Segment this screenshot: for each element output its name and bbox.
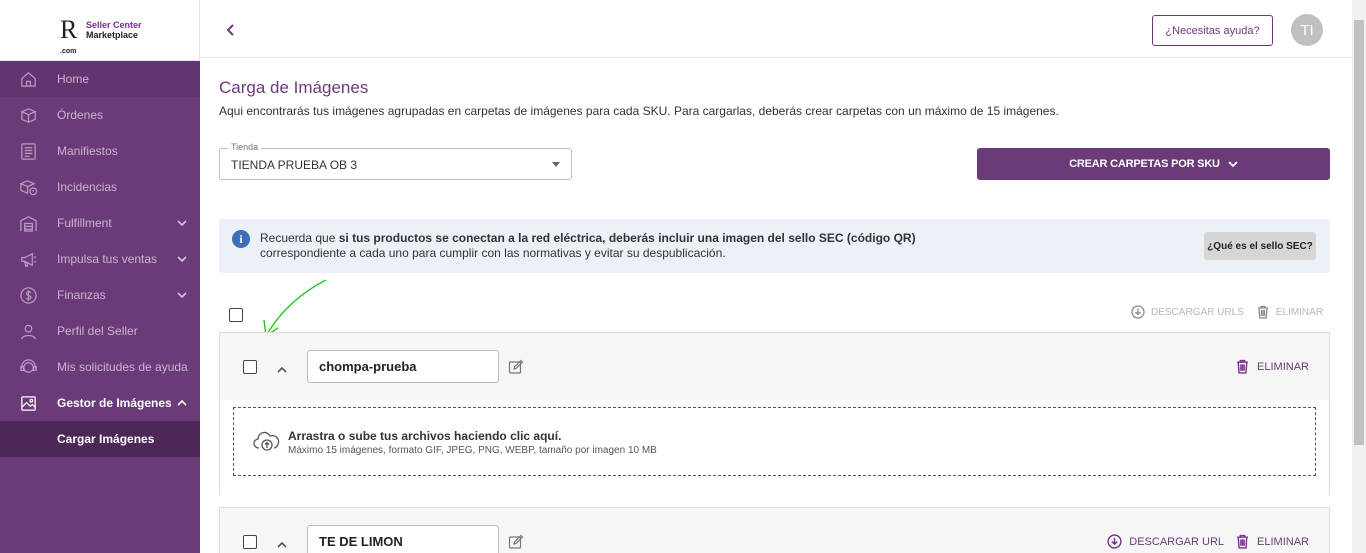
sidebar: R .com Seller Center Marketplace Home Órd… [0, 0, 200, 553]
chevron-up-icon[interactable] [177, 397, 187, 407]
home-icon [18, 69, 38, 89]
store-select-label: Tienda [228, 142, 262, 152]
sidebar-item-finanzas[interactable]: Finanzas [0, 277, 200, 313]
sidebar-item-label: Incidencias [57, 180, 118, 194]
upload-dropzone-area: Arrastra o sube tus archivos haciendo cl… [220, 400, 1329, 495]
package-alert-icon [18, 177, 38, 197]
sku-folder: chompa-prueba ELIMINAR Arrastra o sube t… [219, 332, 1330, 495]
annotation-arrow [263, 279, 327, 338]
trash-icon [1237, 534, 1248, 549]
support-headset-icon [18, 357, 38, 377]
sidebar-item-label: Home [57, 72, 90, 86]
box-icon [18, 105, 38, 125]
page-description: Aqui encontrarás tus imágenes agrupadas … [219, 104, 1059, 118]
folder-name-field[interactable]: TE DE LIMON [307, 525, 499, 553]
logo-line2: Marketplace [86, 30, 139, 40]
chevron-down-icon[interactable] [177, 217, 187, 227]
delete-selected-button[interactable]: ELIMINAR [1256, 305, 1323, 319]
sidebar-item-solicitudes[interactable]: Mis solicitudes de ayuda [0, 349, 200, 385]
chevron-down-icon[interactable] [177, 289, 187, 299]
info-icon: i [232, 230, 250, 248]
sidebar-item-incidencias[interactable]: Incidencias [0, 169, 200, 205]
sec-info-text: Recuerda que si tus productos se conecta… [260, 231, 916, 260]
folder-checkbox[interactable] [243, 535, 257, 549]
main-content: Carga de Imágenes Aqui encontrarás tus i… [200, 58, 1352, 553]
download-icon [1107, 534, 1122, 549]
warehouse-icon [18, 213, 38, 233]
sec-info-banner: i Recuerda que si tus productos se conec… [219, 219, 1330, 273]
sidebar-item-impulsa[interactable]: Impulsa tus ventas [0, 241, 200, 277]
sidebar-item-perfil[interactable]: Perfil del Seller [0, 313, 200, 349]
dollar-circle-icon [18, 285, 38, 305]
sidebar-item-ordenes[interactable]: Órdenes [0, 97, 200, 133]
scrollbar-thumb[interactable] [1354, 20, 1364, 445]
trash-icon [1237, 359, 1248, 374]
select-all-checkbox[interactable] [229, 308, 243, 322]
user-icon [18, 321, 38, 341]
sidebar-item-label: Perfil del Seller [57, 324, 138, 338]
sidebar-item-label: Finanzas [57, 288, 106, 302]
logo[interactable]: R .com Seller Center Marketplace [0, 0, 200, 61]
create-sku-folders-button[interactable]: CREAR CARPETAS POR SKU [977, 148, 1330, 180]
folder-actions: DESCARGAR URL ELIMINAR [1096, 534, 1309, 549]
folder-delete-button[interactable]: ELIMINAR [1235, 534, 1309, 549]
download-urls-button[interactable]: DESCARGAR URLS [1131, 305, 1244, 319]
logo-line1: Seller Center [86, 20, 142, 30]
folder-checkbox[interactable] [243, 360, 257, 374]
what-is-sec-button[interactable]: ¿Qué es el sello SEC? [1204, 232, 1316, 260]
sidebar-item-home[interactable]: Home [0, 61, 200, 97]
cloud-upload-icon [250, 427, 284, 453]
sidebar-item-fulfillment[interactable]: Fulfillment [0, 205, 200, 241]
dropzone-title: Arrastra o sube tus archivos haciendo cl… [288, 429, 562, 443]
chevron-up-icon[interactable] [277, 362, 287, 373]
folder-download-url-button[interactable]: DESCARGAR URL [1107, 534, 1224, 549]
bulk-actions: DESCARGAR URLS ELIMINAR [1131, 305, 1323, 319]
folder-delete-button[interactable]: ELIMINAR [1235, 359, 1309, 374]
create-sku-folders-label: CREAR CARPETAS POR SKU [1069, 158, 1220, 170]
top-header: ¿Necesitas ayuda? TI [200, 0, 1352, 58]
page-title: Carga de Imágenes [219, 78, 369, 97]
sidebar-item-label: Gestor de Imágenes [57, 396, 172, 410]
store-select[interactable]: Tienda TIENDA PRUEBA OB 3 [219, 142, 572, 180]
sidebar-subitem-cargar-imagenes[interactable]: Cargar Imágenes [0, 421, 200, 457]
image-icon [18, 393, 38, 413]
scrollbar[interactable] [1352, 0, 1366, 553]
caret-down-icon [552, 162, 560, 167]
back-arrow-icon[interactable] [224, 22, 238, 38]
dropzone-subtitle: Máximo 15 imágenes, formato GIF, JPEG, P… [288, 445, 657, 456]
folder-name-field[interactable]: chompa-prueba [307, 350, 499, 383]
chevron-down-icon[interactable] [177, 253, 187, 263]
document-list-icon [18, 141, 38, 161]
sec-info-line2: correspondiente a cada uno para cumplir … [260, 246, 726, 260]
sidebar-item-label: Órdenes [57, 108, 104, 122]
sidebar-item-label: Mis solicitudes de ayuda [57, 360, 188, 374]
folder-actions: ELIMINAR [1224, 359, 1309, 374]
sidebar-item-label: Cargar Imágenes [57, 432, 155, 446]
avatar[interactable]: TI [1291, 14, 1323, 46]
sidebar-item-manifiestos[interactable]: Manifiestos [0, 133, 200, 169]
megaphone-icon [18, 249, 38, 269]
sidebar-item-label: Manifiestos [57, 144, 118, 158]
chevron-down-icon [1228, 161, 1238, 168]
upload-dropzone[interactable]: Arrastra o sube tus archivos haciendo cl… [233, 407, 1316, 476]
sidebar-item-label: Impulsa tus ventas [57, 252, 158, 266]
edit-icon[interactable] [508, 359, 524, 375]
sidebar-item-label: Fulfillment [57, 216, 112, 230]
trash-icon [1257, 305, 1268, 319]
chevron-up-icon[interactable] [277, 537, 287, 548]
store-select-value: TIENDA PRUEBA OB 3 [231, 158, 358, 172]
sku-folder: TE DE LIMON DESCARGAR URL ELIMINAR [219, 507, 1330, 553]
sidebar-item-gestor-imagenes[interactable]: Gestor de Imágenes [0, 385, 200, 421]
sec-info-highlight: si tus productos se conectan a la red el… [338, 231, 916, 245]
edit-icon[interactable] [508, 534, 524, 550]
sidebar-nav: Home Órdenes Manifiestos Incidencias Ful… [0, 61, 200, 457]
download-icon [1131, 305, 1145, 319]
help-button[interactable]: ¿Necesitas ayuda? [1152, 15, 1273, 46]
